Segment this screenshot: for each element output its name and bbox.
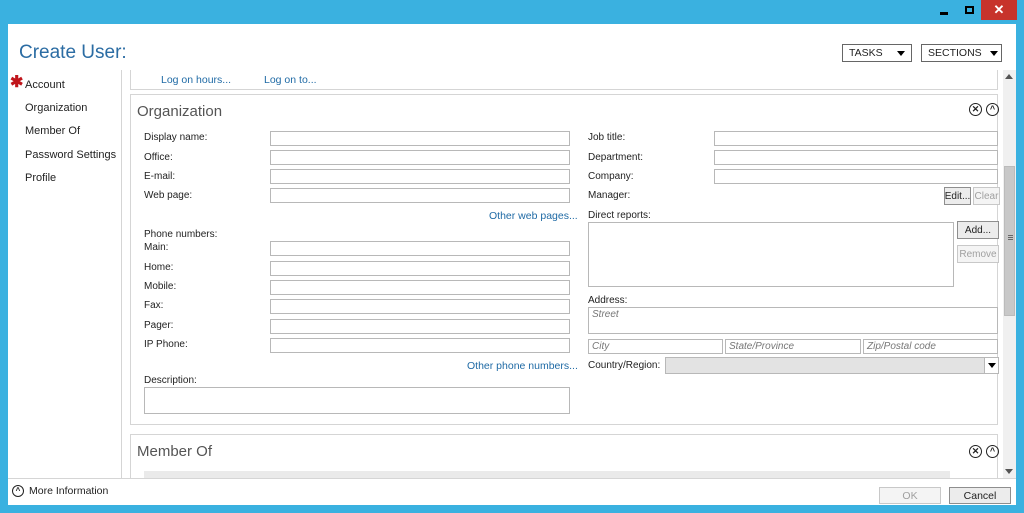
logon-hours-link[interactable]: Log on hours... (161, 74, 231, 86)
window-frame-bottom (0, 505, 1024, 513)
chevron-down-icon (988, 363, 996, 368)
collapse-section-icon[interactable]: ^ (986, 103, 999, 116)
country-region-label: Country/Region: (588, 360, 661, 371)
page-title: Create User: (19, 42, 127, 63)
nav-item-organization[interactable]: Organization (25, 102, 87, 114)
add-direct-report-button[interactable]: Add... (957, 221, 999, 239)
direct-reports-label: Direct reports: (588, 210, 651, 221)
member-of-table-header (144, 471, 950, 478)
manager-clear-button[interactable]: Clear (973, 187, 1000, 205)
manager-edit-button[interactable]: Edit... (944, 187, 971, 205)
dialog-footer: ^ More Information OK Cancel (8, 478, 1016, 505)
web-page-field[interactable] (270, 188, 570, 203)
state-field[interactable]: State/Province (725, 339, 861, 354)
city-field[interactable]: City (588, 339, 723, 354)
scroll-down-icon[interactable] (1005, 469, 1013, 474)
sections-dropdown[interactable]: SECTIONS (921, 44, 1002, 62)
nav-item-account[interactable]: Account (25, 79, 65, 91)
chevron-down-icon (989, 50, 998, 56)
window-title-bar[interactable] (0, 0, 1024, 24)
minimize-icon (940, 11, 948, 15)
collapse-section-icon[interactable]: ^ (986, 445, 999, 458)
other-web-pages-link[interactable]: Other web pages... (489, 210, 578, 222)
chevron-up-icon: ^ (12, 485, 24, 497)
fax-field[interactable] (270, 299, 570, 314)
nav-item-password-settings[interactable]: Password Settings (25, 149, 116, 161)
remove-direct-report-button[interactable]: Remove (957, 245, 999, 263)
account-section: Log on hours... Log on to... (130, 70, 998, 90)
direct-reports-list[interactable] (588, 222, 954, 287)
department-field[interactable] (714, 150, 998, 165)
minimize-button[interactable] (933, 0, 955, 20)
close-section-icon[interactable]: ✕ (969, 445, 982, 458)
description-label: Description: (144, 375, 197, 386)
member-of-section: Member Of ✕ ^ (130, 434, 999, 478)
member-of-title: Member Of (137, 443, 213, 460)
ip-phone-field[interactable] (270, 338, 570, 353)
maximize-icon (964, 6, 974, 14)
display-name-label: Display name: (144, 132, 208, 143)
ok-button[interactable]: OK (879, 487, 941, 504)
mobile-phone-label: Mobile: (144, 281, 177, 292)
nav-item-member-of[interactable]: Member Of (25, 125, 80, 137)
grip-icon (1008, 235, 1013, 236)
department-label: Department: (588, 152, 644, 163)
logon-to-link[interactable]: Log on to... (264, 74, 317, 86)
close-window-button[interactable]: ✕ (981, 0, 1017, 20)
main-phone-field[interactable] (270, 241, 570, 256)
zip-field[interactable]: Zip/Postal code (863, 339, 998, 354)
sections-scroll-area[interactable]: Log on hours... Log on to... Organizatio… (122, 70, 1002, 478)
close-icon: ✕ (993, 2, 1005, 17)
nav-item-profile[interactable]: Profile (25, 172, 56, 184)
mobile-phone-field[interactable] (270, 280, 570, 295)
chevron-down-icon (897, 50, 905, 56)
tasks-dropdown[interactable]: TASKS (842, 44, 912, 62)
scroll-up-icon[interactable] (1005, 74, 1013, 79)
other-phone-numbers-link[interactable]: Other phone numbers... (467, 360, 578, 372)
company-label: Company: (588, 171, 634, 182)
email-label: E-mail: (144, 171, 176, 182)
pager-label: Pager: (144, 320, 174, 331)
email-field[interactable] (270, 169, 570, 184)
organization-title: Organization (137, 103, 223, 120)
home-phone-field[interactable] (270, 261, 570, 276)
more-information-toggle[interactable]: ^ More Information (12, 485, 108, 497)
display-name-field[interactable] (270, 131, 570, 146)
address-label: Address: (588, 295, 628, 306)
country-region-select[interactable] (665, 357, 999, 374)
office-field[interactable] (270, 150, 570, 165)
sections-label: SECTIONS (928, 47, 982, 59)
section-nav: ✱ Account Organization Member Of Passwor… (8, 70, 122, 478)
phone-numbers-label: Phone numbers: (144, 229, 218, 240)
office-label: Office: (144, 152, 173, 163)
pager-field[interactable] (270, 319, 570, 334)
description-field[interactable] (144, 387, 570, 414)
cancel-button[interactable]: Cancel (949, 487, 1011, 504)
required-icon: ✱ (10, 74, 24, 91)
scrollbar-thumb[interactable] (1004, 166, 1015, 316)
web-page-label: Web page: (144, 190, 193, 201)
street-field[interactable]: Street (588, 307, 998, 334)
window-frame-right (1016, 0, 1024, 513)
window-frame-left (0, 0, 8, 513)
job-title-label: Job title: (588, 132, 626, 143)
organization-section: Organization ✕ ^ Display name: Office: E… (130, 94, 1000, 425)
vertical-scrollbar[interactable] (1003, 70, 1016, 478)
close-section-icon[interactable]: ✕ (969, 103, 982, 116)
job-title-field[interactable] (714, 131, 998, 146)
ip-phone-label: IP Phone: (144, 339, 188, 350)
dialog-content: Create User: TASKS SECTIONS ✱ Account Or… (8, 24, 1016, 505)
tasks-label: TASKS (849, 47, 883, 59)
maximize-button[interactable] (957, 0, 981, 20)
more-information-label: More Information (29, 485, 109, 497)
main-phone-label: Main: (144, 242, 169, 253)
company-field[interactable] (714, 169, 998, 184)
manager-label: Manager: (588, 190, 631, 201)
home-phone-label: Home: (144, 262, 174, 273)
fax-label: Fax: (144, 300, 164, 311)
